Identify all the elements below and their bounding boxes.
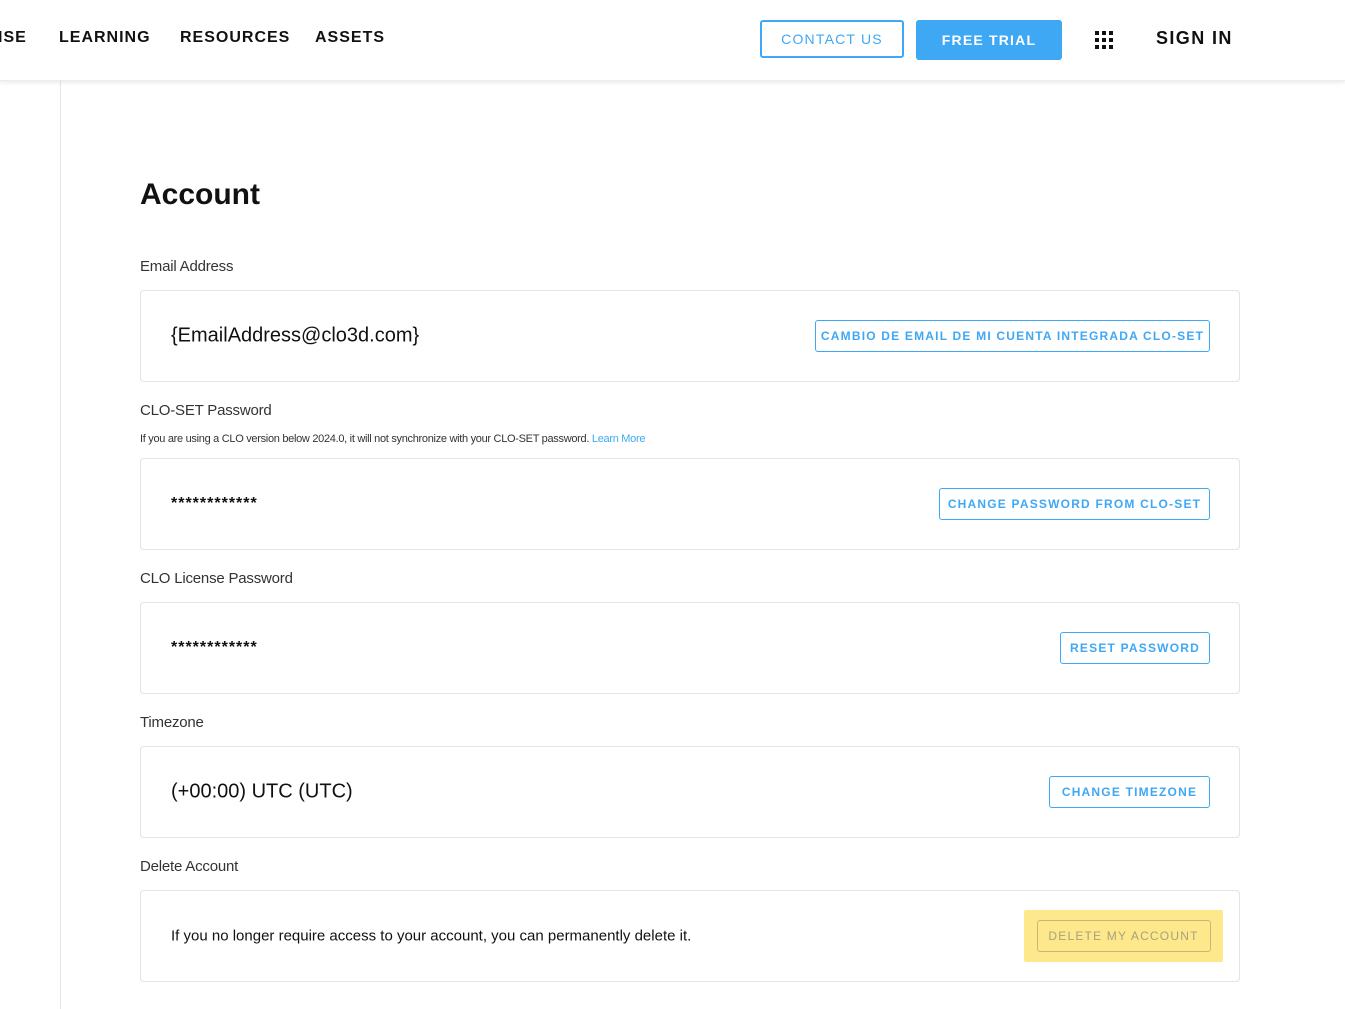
email-value: {EmailAddress@clo3d.com} bbox=[171, 324, 420, 347]
free-trial-button[interactable]: FREE TRIAL bbox=[916, 20, 1062, 60]
license-password-section-label: CLO License Password bbox=[140, 570, 293, 587]
nav-link-assets[interactable]: ASSETS bbox=[315, 29, 385, 47]
delete-account-card: If you no longer require access to your … bbox=[140, 890, 1240, 982]
change-email-button[interactable]: CAMBIO DE EMAIL DE MI CUENTA INTEGRADA C… bbox=[815, 320, 1210, 352]
delete-account-description: If you no longer require access to your … bbox=[171, 927, 692, 945]
contact-us-button[interactable]: CONTACT US bbox=[760, 20, 904, 58]
license-password-value: ************ bbox=[171, 639, 258, 656]
apps-grid-icon[interactable] bbox=[1095, 31, 1113, 49]
timezone-card: (+00:00) UTC (UTC) CHANGE TIMEZONE bbox=[140, 746, 1240, 838]
delete-account-section-label: Delete Account bbox=[140, 858, 239, 875]
email-section-label: Email Address bbox=[140, 258, 234, 275]
change-timezone-button[interactable]: CHANGE TIMEZONE bbox=[1049, 776, 1210, 808]
delete-button-highlight: DELETE MY ACCOUNT bbox=[1024, 910, 1223, 962]
closet-password-note: If you are using a CLO version below 202… bbox=[140, 433, 645, 445]
closet-password-section-label: CLO-SET Password bbox=[140, 402, 272, 419]
timezone-value: (+00:00) UTC (UTC) bbox=[171, 780, 353, 803]
email-card: {EmailAddress@clo3d.com} CAMBIO DE EMAIL… bbox=[140, 290, 1240, 382]
closet-password-value: ************ bbox=[171, 495, 258, 512]
license-password-card: ************ RESET PASSWORD bbox=[140, 602, 1240, 694]
reset-password-button[interactable]: RESET PASSWORD bbox=[1060, 632, 1210, 664]
nav-link-learning[interactable]: LEARNING bbox=[59, 29, 151, 47]
page-title: Account bbox=[140, 178, 260, 211]
learn-more-link[interactable]: Learn More bbox=[592, 433, 646, 445]
nav-link-enterprise[interactable]: ISE bbox=[0, 29, 27, 47]
closet-password-note-text: If you are using a CLO version below 202… bbox=[140, 433, 590, 445]
top-navigation-bar: ISE LEARNING RESOURCES ASSETS CONTACT US… bbox=[0, 0, 1345, 81]
sidebar-divider bbox=[60, 80, 61, 1009]
timezone-section-label: Timezone bbox=[140, 714, 204, 731]
change-password-from-closet-button[interactable]: CHANGE PASSWORD FROM CLO-SET bbox=[939, 488, 1210, 520]
closet-password-card: ************ CHANGE PASSWORD FROM CLO-SE… bbox=[140, 458, 1240, 550]
delete-my-account-button[interactable]: DELETE MY ACCOUNT bbox=[1036, 920, 1211, 952]
nav-link-resources[interactable]: RESOURCES bbox=[180, 29, 290, 47]
sign-in-link[interactable]: SIGN IN bbox=[1156, 28, 1233, 49]
